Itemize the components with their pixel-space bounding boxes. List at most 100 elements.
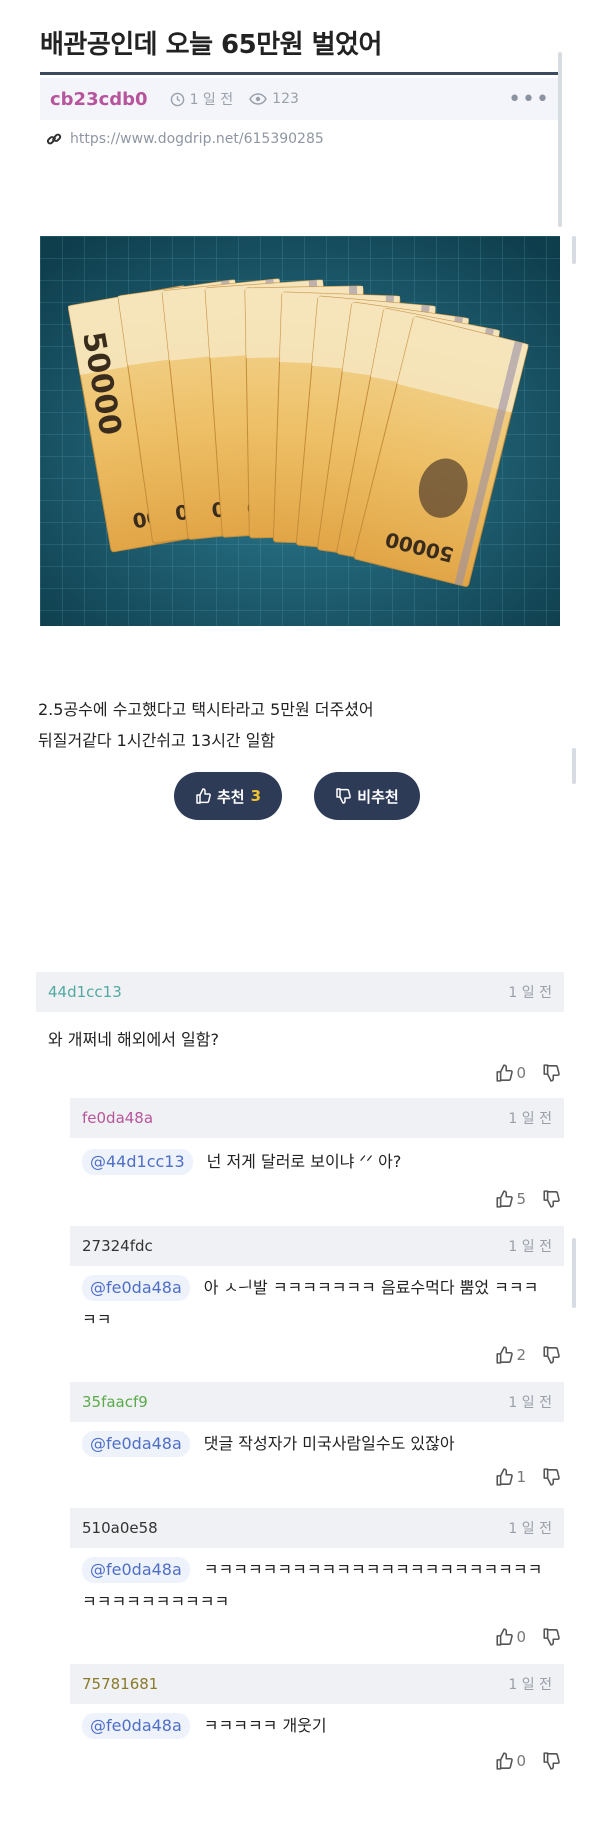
comment-like-count: 0 [516,1752,526,1770]
comment-time: 1 일 전 [508,1677,552,1693]
comment-body: @fe0da48a 아 ㅅᅴ발 ㅋㅋㅋㅋㅋㅋㅋ 음료수먹다 뿜었 ㅋㅋㅋㅋㅋ [82,1272,556,1336]
post-views: 123 [249,91,299,107]
comment-time: 1 일 전 [508,1395,552,1411]
comment-time: 1 일 전 [508,985,552,1001]
comment-author[interactable]: 27324fdc [82,1237,153,1255]
post-permalink[interactable]: https://www.dogdrip.net/615390285 [46,131,324,147]
thumbs-up-icon [496,1346,514,1364]
comment-text: ㅋㅋㅋㅋㅋ 개웃기 [203,1716,327,1735]
banknote-stack: 5000050000500005000050000500005000050000… [67,278,529,587]
comment-dislike-button[interactable] [542,1190,560,1208]
thumbs-down-icon[interactable] [542,1468,560,1486]
thumbs-down-icon[interactable] [542,1346,560,1364]
comment-body: @fe0da48a 댓글 작성자가 미국사람일수도 있잖아 [82,1428,556,1460]
comment-author[interactable]: 75781681 [82,1675,158,1693]
comment-header: 27324fdc 1 일 전 [70,1226,564,1266]
comment-author[interactable]: 510a0e58 [82,1519,158,1537]
comment-dislike-button[interactable] [542,1346,560,1364]
comment-mention[interactable]: @44d1cc13 [82,1149,193,1175]
eye-icon [249,93,268,105]
comment-author[interactable]: 44d1cc13 [48,983,122,1001]
comment-mention[interactable]: @fe0da48a [82,1557,190,1583]
comment-body: @44d1cc13 넌 저게 달러로 보이냐 ᐟᐟ 아? [82,1146,556,1178]
comment-text: 와 개쩌네 해외에서 일함? [48,1030,219,1049]
title-divider [40,72,560,75]
comment-like-count: 0 [516,1064,526,1082]
thumbs-down-icon[interactable] [542,1752,560,1770]
post-body: 2.5공수에 수고했다고 택시타라고 5만원 더주셨어 뒤질거같다 1시간쉬고 … [38,694,374,756]
downvote-label: 비추천 [357,787,399,806]
comment-time: 1 일 전 [508,1521,552,1537]
comment-actions: 0 [495,1752,560,1770]
comment-header: fe0da48a 1 일 전 [70,1098,564,1138]
comment-actions: 2 [495,1346,560,1364]
comment-header: 44d1cc13 1 일 전 [36,972,564,1012]
post-meta-bar: cb23cdb0 1 일 전 123 ••• [40,78,560,120]
comment-text: ㅋㅋ [82,1310,112,1329]
comment-body: 와 개쩌네 해외에서 일함? [48,1024,556,1056]
comment-text: 넌 저게 달러로 보이냐 ᐟᐟ 아? [206,1152,402,1171]
comment-time: 1 일 전 [508,1239,552,1255]
thumbs-up-icon [496,1468,514,1486]
thumbs-up-icon [496,1064,514,1082]
comment-mention[interactable]: @fe0da48a [82,1713,190,1739]
upvote-count: 3 [250,787,262,805]
comment-actions: 1 [495,1468,560,1486]
comment-text: ㅋㅋㅋㅋㅋㅋㅋㅋㅋㅋㅋㅋㅋㅋㅋㅋㅋㅋㅋㅋㅋㅋㅋ [203,1560,543,1579]
link-icon [46,133,62,145]
post-time: 1 일 전 [170,89,234,109]
comment-body: @fe0da48a ㅋㅋㅋㅋㅋㅋㅋㅋㅋㅋㅋㅋㅋㅋㅋㅋㅋㅋㅋㅋㅋㅋㅋ ㅋㅋㅋㅋㅋㅋㅋㅋ… [82,1554,556,1618]
comment-like-button[interactable]: 2 [495,1346,542,1364]
comment-actions: 0 [495,1628,560,1646]
thumbs-down-icon [336,788,352,804]
comment-like-button[interactable]: 0 [495,1628,542,1646]
comment-time: 1 일 전 [508,1111,552,1127]
comment-mention[interactable]: @fe0da48a [82,1431,190,1457]
downvote-button[interactable]: 비추천 [314,772,420,820]
thumbs-up-icon [196,788,211,804]
comment-like-count: 0 [516,1628,526,1646]
comment-dislike-button[interactable] [542,1064,560,1082]
scrollbar-thumb[interactable] [572,236,576,264]
comment-text: ㅋㅋㅋㅋㅋㅋㅋㅋㅋㅋ [82,1592,230,1611]
upvote-label: 추천 [216,787,245,806]
post-image[interactable]: 5000050000500005000050000500005000050000… [40,236,560,626]
comment-like-button[interactable]: 1 [495,1468,542,1486]
comment-dislike-button[interactable] [542,1468,560,1486]
comment-header: 510a0e58 1 일 전 [70,1508,564,1548]
comment-like-count: 1 [516,1468,526,1486]
comment-like-count: 2 [516,1346,526,1364]
thumbs-down-icon[interactable] [542,1628,560,1646]
comment-like-button[interactable]: 0 [495,1064,542,1082]
comment-dislike-button[interactable] [542,1628,560,1646]
comment-mention[interactable]: @fe0da48a [82,1275,190,1301]
post-body-line: 2.5공수에 수고했다고 택시타라고 5만원 더주셨어 [38,700,374,719]
comment-text: 아 ㅅᅴ발 ㅋㅋㅋㅋㅋㅋㅋ 음료수먹다 뿜었 ㅋㅋㅋ [203,1278,539,1297]
upvote-button[interactable]: 추천 3 [174,772,282,820]
comment-header: 75781681 1 일 전 [70,1664,564,1704]
post-body-line: 뒤질거같다 1시간쉬고 13시간 일함 [38,731,276,750]
comment-like-button[interactable]: 5 [495,1190,542,1208]
post-author[interactable]: cb23cdb0 [50,89,148,110]
scrollbar-thumb[interactable] [572,748,576,784]
comment-body: @fe0da48a ㅋㅋㅋㅋㅋ 개웃기 [82,1710,556,1742]
thumbs-down-icon[interactable] [542,1190,560,1208]
comment-text: 댓글 작성자가 미국사람일수도 있잖아 [203,1434,455,1453]
clock-icon [170,92,184,106]
comment-author[interactable]: 35faacf9 [82,1393,148,1411]
scrollbar-thumb[interactable] [558,52,562,227]
thumbs-up-icon [496,1752,514,1770]
scrollbar-thumb[interactable] [572,1238,576,1308]
comment-header: 35faacf9 1 일 전 [70,1382,564,1422]
thumbs-down-icon[interactable] [542,1064,560,1082]
post-title: 배관공인데 오늘 65만원 벌었어 [40,30,382,60]
more-options-button[interactable]: ••• [508,87,550,112]
thumbs-up-icon [496,1628,514,1646]
post-url-text: https://www.dogdrip.net/615390285 [70,131,324,147]
banknotes-photo: 5000050000500005000050000500005000050000… [40,236,560,626]
comment-author[interactable]: fe0da48a [82,1109,153,1127]
post-time-text: 1 일 전 [189,92,234,108]
comment-dislike-button[interactable] [542,1752,560,1770]
comment-like-count: 5 [516,1190,526,1208]
comment-like-button[interactable]: 0 [495,1752,542,1770]
